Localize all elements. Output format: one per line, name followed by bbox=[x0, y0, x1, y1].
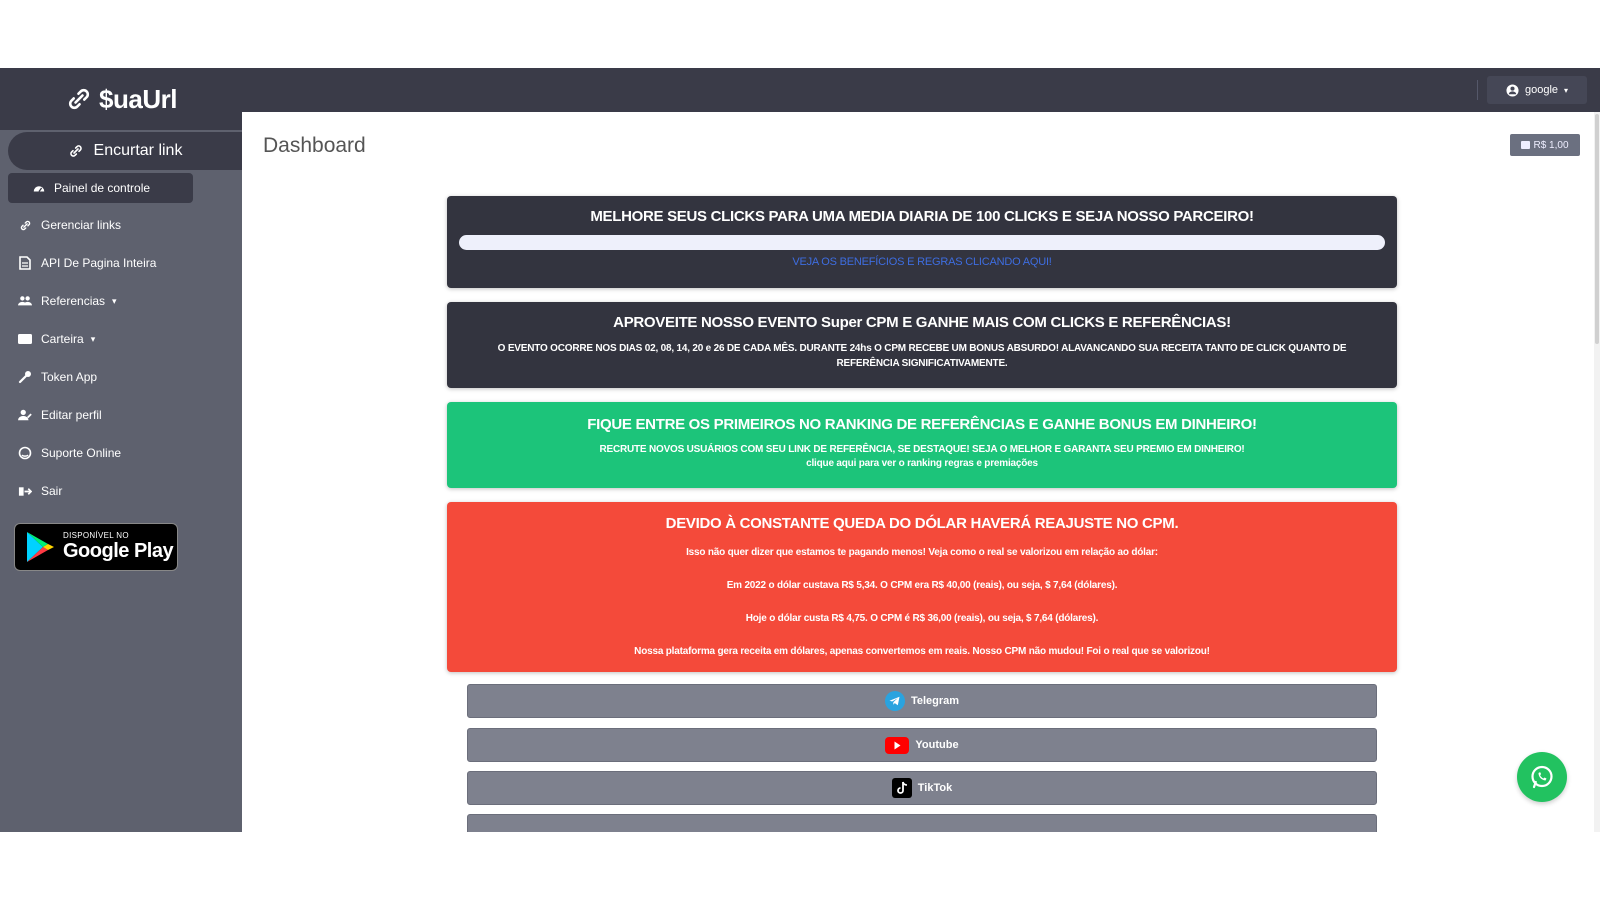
sidebar-item-label: API De Pagina Inteira bbox=[41, 256, 157, 270]
telegram-icon bbox=[884, 691, 905, 711]
sidebar-item-manage-links[interactable]: Gerenciar links bbox=[0, 206, 242, 244]
google-play-badge[interactable]: DISPONÍVEL NO Google Play bbox=[14, 523, 178, 571]
click-goal-card: MELHORE SEUS CLICKS PARA UMA MEDIA DIARI… bbox=[447, 196, 1397, 288]
balance-badge[interactable]: R$ 1,00 bbox=[1510, 134, 1580, 156]
dollar-notice-line: Hoje o dólar custa R$ 4,75. O CPM é R$ 3… bbox=[745, 613, 1099, 624]
sidebar-item-label: Editar perfil bbox=[41, 408, 102, 422]
chevron-down-icon: ▾ bbox=[112, 295, 117, 306]
sidebar-item-label: Painel de controle bbox=[54, 181, 151, 195]
referral-ranking-card[interactable]: FIQUE ENTRE OS PRIMEIROS NO RANKING DE R… bbox=[447, 402, 1397, 488]
sidebar: $uaUrl Encurtar link Painel de controle … bbox=[0, 68, 242, 832]
sidebar-item-full-page-api[interactable]: API De Pagina Inteira bbox=[0, 244, 242, 282]
event-description: O EVENTO OCORRE NOS DIAS 02, 08, 14, 20 … bbox=[497, 343, 1347, 369]
ranking-title: FIQUE ENTRE OS PRIMEIROS NO RANKING DE R… bbox=[587, 416, 1257, 433]
sidebar-item-label: Suporte Online bbox=[41, 446, 122, 460]
sidebar-item-logout[interactable]: Sair bbox=[0, 472, 242, 510]
whatsapp-chat-button[interactable] bbox=[1517, 752, 1567, 802]
sidebar-item-wallet[interactable]: Carteira ▾ bbox=[0, 320, 242, 358]
social-label: Telegram bbox=[910, 695, 960, 707]
dollar-notice-line: Nossa plataforma gera receita em dólares… bbox=[634, 646, 1210, 657]
event-title: APROVEITE NOSSO EVENTO Super CPM E GANHE… bbox=[613, 314, 1231, 331]
google-play-icon bbox=[27, 532, 54, 562]
shorten-link-label: Encurtar link bbox=[93, 142, 183, 159]
app-window: $uaUrl Encurtar link Painel de controle … bbox=[0, 68, 1600, 832]
dollar-notice-card: DEVIDO À CONSTANTE QUEDA DO DÓLAR HAVERÁ… bbox=[447, 502, 1397, 672]
user-edit-icon bbox=[18, 408, 32, 422]
chevron-down-icon: ▾ bbox=[90, 333, 96, 344]
sidebar-item-referrals[interactable]: Referencias ▾ bbox=[0, 282, 242, 320]
sidebar-item-support[interactable]: Suporte Online bbox=[0, 434, 242, 472]
navbar-divider bbox=[1477, 80, 1478, 100]
whatsapp-icon bbox=[1531, 765, 1553, 789]
sidebar-item-edit-profile[interactable]: Editar perfil bbox=[0, 396, 242, 434]
click-goal-title: MELHORE SEUS CLICKS PARA UMA MEDIA DIARI… bbox=[590, 208, 1254, 225]
user-name: google bbox=[1524, 84, 1559, 96]
tiktok-icon bbox=[891, 778, 912, 798]
more-social-button[interactable] bbox=[467, 814, 1377, 832]
link-icon bbox=[68, 88, 90, 110]
sidebar-item-dashboard[interactable]: Painel de controle bbox=[8, 173, 193, 203]
dashboard-icon bbox=[32, 181, 46, 195]
brand-name: $uaUrl bbox=[99, 83, 177, 114]
balance-value: R$ 1,00 bbox=[1533, 139, 1569, 151]
link-icon bbox=[18, 218, 32, 232]
google-play-big-text: Google Play bbox=[63, 540, 174, 562]
top-navbar: google ▾ bbox=[242, 68, 1600, 112]
wallet-icon bbox=[1521, 141, 1531, 149]
wallet-icon bbox=[18, 332, 32, 346]
social-label: TikTok bbox=[917, 782, 953, 794]
super-cpm-event-card: APROVEITE NOSSO EVENTO Super CPM E GANHE… bbox=[447, 302, 1397, 388]
chevron-down-icon: ▾ bbox=[1564, 85, 1569, 95]
sidebar-item-label: Referencias bbox=[41, 294, 106, 308]
dollar-notice-line: Em 2022 o dólar custava R$ 5,34. O CPM e… bbox=[726, 580, 1118, 591]
shorten-link-button[interactable]: Encurtar link bbox=[8, 132, 242, 170]
ranking-text: RECRUTE NOVOS USUÁRIOS COM SEU LINK DE R… bbox=[599, 444, 1245, 455]
click-goal-progress-bar bbox=[459, 235, 1385, 250]
sidebar-nav: Gerenciar links API De Pagina Inteira Re… bbox=[0, 206, 242, 510]
link-icon bbox=[69, 145, 82, 157]
sidebar-item-label: Carteira bbox=[41, 332, 84, 346]
scrollbar-thumb[interactable] bbox=[1595, 114, 1599, 344]
logout-icon bbox=[18, 484, 32, 498]
ranking-description: RECRUTE NOVOS USUÁRIOS COM SEU LINK DE R… bbox=[487, 443, 1357, 471]
key-icon bbox=[18, 370, 32, 384]
telegram-button[interactable]: Telegram bbox=[467, 684, 1377, 718]
file-icon bbox=[18, 256, 32, 270]
sidebar-item-label: Token App bbox=[41, 370, 98, 384]
ranking-link[interactable]: clique aqui para ver o ranking regras e … bbox=[806, 458, 1038, 469]
users-icon bbox=[18, 294, 32, 308]
brand-logo[interactable]: $uaUrl bbox=[0, 68, 242, 130]
google-play-small-text: DISPONÍVEL NO bbox=[63, 531, 129, 540]
social-label: Youtube bbox=[915, 739, 959, 751]
tiktok-button[interactable]: TikTok bbox=[467, 771, 1377, 805]
youtube-icon bbox=[885, 736, 910, 754]
sidebar-item-label: Gerenciar links bbox=[41, 218, 122, 232]
dollar-notice-line: Isso não quer dizer que estamos te pagan… bbox=[686, 547, 1158, 558]
support-icon bbox=[18, 446, 32, 460]
user-circle-icon bbox=[1506, 83, 1519, 97]
benefits-link[interactable]: VEJA OS BENEFÍCIOS E REGRAS CLICANDO AQU… bbox=[447, 256, 1397, 268]
sidebar-item-label: Sair bbox=[41, 484, 63, 498]
user-menu-button[interactable]: google ▾ bbox=[1487, 76, 1587, 104]
page-title: Dashboard bbox=[263, 134, 366, 157]
sidebar-item-token-app[interactable]: Token App bbox=[0, 358, 242, 396]
dollar-notice-title: DEVIDO À CONSTANTE QUEDA DO DÓLAR HAVERÁ… bbox=[665, 515, 1179, 532]
youtube-button[interactable]: Youtube bbox=[467, 728, 1377, 762]
